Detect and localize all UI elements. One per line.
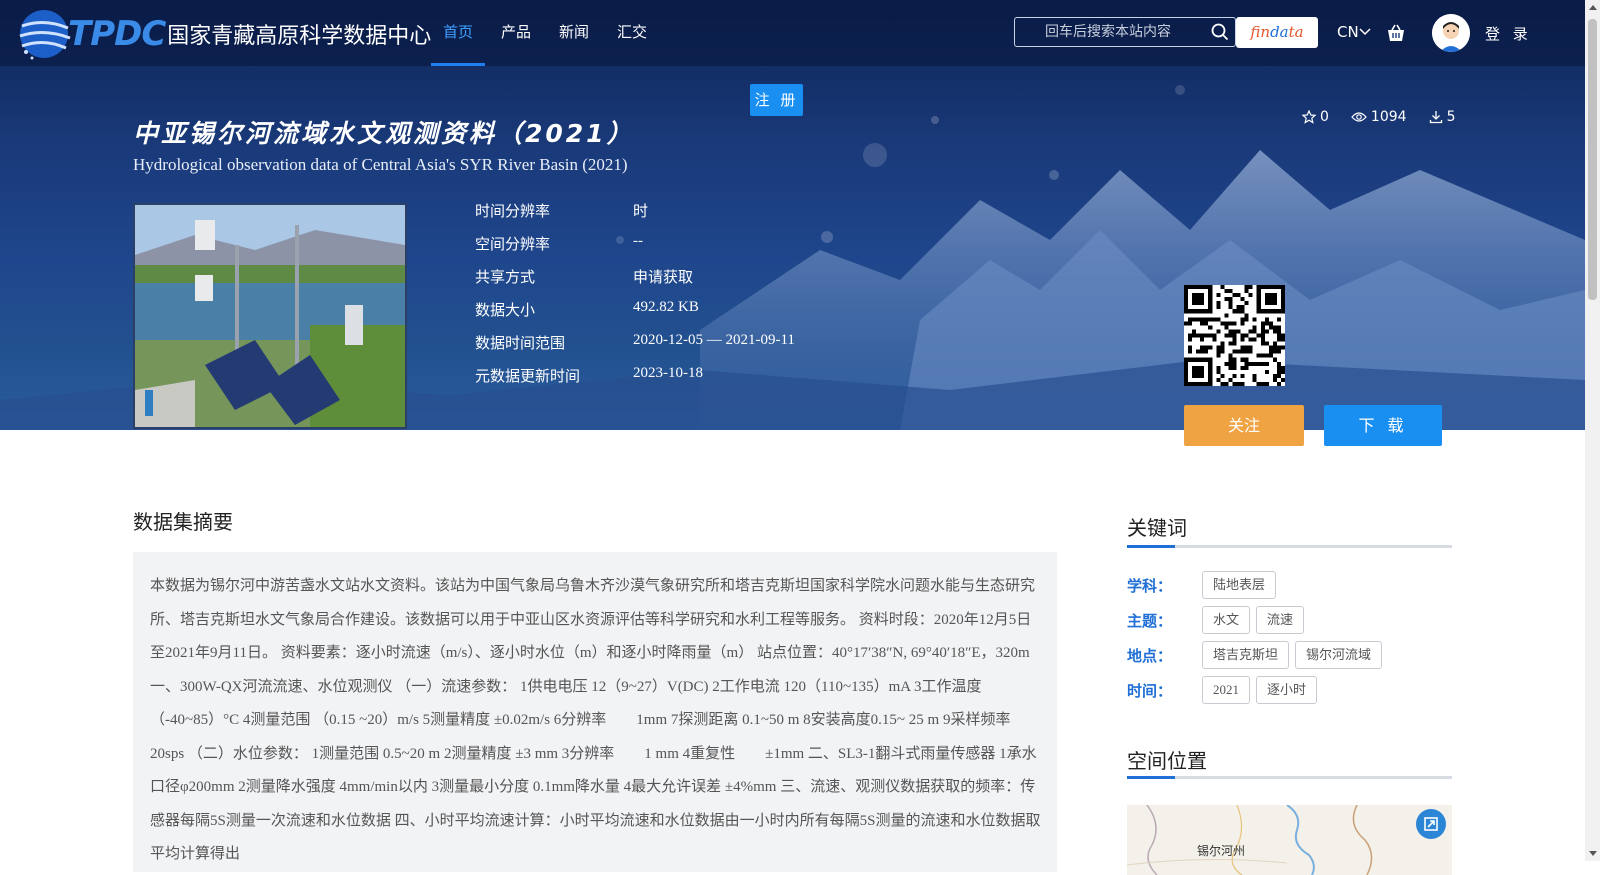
eye-icon [1351, 112, 1367, 122]
info-label: 数据时间范围 [475, 334, 566, 352]
nav-submit[interactable]: 汇交 [617, 0, 647, 66]
info-value: -- [633, 233, 643, 249]
site-logo[interactable]: TPDC 国家青藏高原科学数据中心 [14, 4, 431, 64]
search-icon[interactable] [1211, 23, 1229, 41]
keyword-label: 主题： [1127, 611, 1173, 630]
keyword-tag[interactable]: 2021 [1202, 676, 1250, 704]
register-button[interactable]: 注 册 [750, 84, 803, 116]
info-value: 申请获取 [633, 270, 694, 286]
favorites-stat: 0 [1302, 109, 1329, 125]
cart-icon[interactable] [1385, 22, 1407, 44]
search-box [1014, 17, 1236, 47]
info-row-time-range: 数据时间范围 2020-12-05 — 2021-09-11 [475, 332, 795, 365]
keyword-tag[interactable]: 水文 [1202, 606, 1251, 634]
dataset-info: 时间分辨率 时 空间分辨率 -- 共享方式 申请获取 数据大小 492.82 K… [475, 200, 795, 398]
info-value: 时 [633, 204, 649, 220]
download-button[interactable]: 下 载 [1324, 405, 1442, 446]
scroll-up-arrow[interactable] [1589, 5, 1597, 10]
qr-code-image [1184, 285, 1285, 386]
dataset-title-cn: 中亚锡尔河流域水文观测资料（2021） [133, 119, 635, 148]
info-value: 2020-12-05 — 2021-09-11 [633, 332, 795, 348]
nav-products[interactable]: 产品 [501, 0, 531, 66]
map-image [1127, 805, 1373, 875]
logo-subtitle: 国家青藏高原科学数据中心 [167, 24, 432, 49]
keyword-label: 地点： [1127, 646, 1173, 665]
keyword-tag[interactable]: 流速 [1256, 606, 1305, 634]
keyword-tag[interactable]: 陆地表层 [1202, 571, 1277, 599]
station-photo-image [135, 205, 405, 427]
main-nav: 首页 产品 新闻 汇交 [430, 0, 675, 66]
nav-home[interactable]: 首页 [430, 0, 486, 66]
login-link[interactable]: 登 录 [1485, 23, 1532, 44]
keyword-label: 时间： [1127, 681, 1173, 700]
abstract-text: 本数据为锡尔河中游苦盏水文站水文资料。该站为中国气象局乌鲁木齐沙漠气象研究所和塔… [133, 552, 1057, 872]
info-value: 2023-10-18 [633, 365, 703, 381]
downloads-count: 5 [1446, 109, 1456, 125]
expand-icon [1424, 817, 1438, 831]
info-row-spatial-resolution: 空间分辨率 -- [475, 233, 795, 266]
findata-part-3: ta [1288, 23, 1304, 41]
abstract-title: 数据集摘要 [133, 510, 233, 534]
findata-button[interactable]: findata [1236, 17, 1318, 48]
qr-code [1184, 285, 1285, 386]
chevron-down-icon [1359, 28, 1371, 36]
dataset-title-en: Hydrological observation data of Central… [133, 155, 628, 174]
star-icon [1302, 110, 1316, 124]
keywords-title: 关键词 [1127, 516, 1187, 540]
logo-tpdc-text: TPDC [68, 14, 166, 54]
info-row-size: 数据大小 492.82 KB [475, 299, 795, 332]
expand-map-button[interactable] [1416, 809, 1446, 839]
info-label: 元数据更新时间 [475, 367, 581, 385]
findata-part-1: fin [1250, 23, 1271, 41]
dataset-thumbnail [133, 203, 407, 429]
views-stat: 1094 [1351, 109, 1407, 125]
keywords-divider [1127, 545, 1452, 548]
info-label: 时间分辨率 [475, 202, 551, 220]
keyword-row-place: 地点： 塔吉克斯坦 锡尔河流域 [1127, 641, 1388, 669]
keyword-row-theme: 主题： 水文 流速 [1127, 606, 1310, 634]
views-count: 1094 [1370, 109, 1407, 125]
info-row-sharing: 共享方式 申请获取 [475, 266, 795, 299]
nav-news[interactable]: 新闻 [559, 0, 589, 66]
keyword-row-discipline: 学科： 陆地表层 [1127, 571, 1282, 599]
keyword-label: 学科： [1127, 576, 1173, 595]
location-title: 空间位置 [1127, 749, 1207, 773]
globe-logo-icon [19, 10, 71, 60]
avatar-icon [1432, 14, 1470, 52]
download-icon [1429, 111, 1442, 124]
findata-part-2: da [1270, 23, 1289, 41]
scroll-thumb[interactable] [1588, 19, 1597, 300]
search-input[interactable] [1015, 18, 1201, 46]
keyword-tag[interactable]: 锡尔河流域 [1295, 641, 1383, 669]
language-switch[interactable]: CN [1337, 23, 1371, 41]
follow-button[interactable]: 关注 [1184, 405, 1304, 446]
map-place-label: 锡尔河州 [1197, 844, 1246, 858]
location-divider [1127, 776, 1452, 779]
info-row-time-resolution: 时间分辨率 时 [475, 200, 795, 233]
dataset-stats: 0 1094 5 [1302, 109, 1477, 125]
info-row-metadata-updated: 元数据更新时间 2023-10-18 [475, 365, 795, 398]
page-scrollbar[interactable] [1585, 0, 1600, 861]
keyword-row-time: 时间： 2021 逐小时 [1127, 676, 1323, 704]
downloads-stat: 5 [1429, 109, 1456, 125]
language-label: CN [1337, 23, 1359, 41]
user-avatar[interactable] [1432, 14, 1470, 52]
keyword-tag[interactable]: 逐小时 [1256, 676, 1318, 704]
location-map[interactable]: 锡尔河州 [1127, 805, 1452, 875]
keyword-tag[interactable]: 塔吉克斯坦 [1202, 641, 1290, 669]
info-label: 共享方式 [475, 268, 536, 286]
info-value: 492.82 KB [633, 299, 699, 315]
scroll-down-arrow[interactable] [1589, 851, 1597, 856]
favorites-count: 0 [1320, 109, 1329, 125]
info-label: 数据大小 [475, 301, 536, 319]
info-label: 空间分辨率 [475, 235, 551, 253]
